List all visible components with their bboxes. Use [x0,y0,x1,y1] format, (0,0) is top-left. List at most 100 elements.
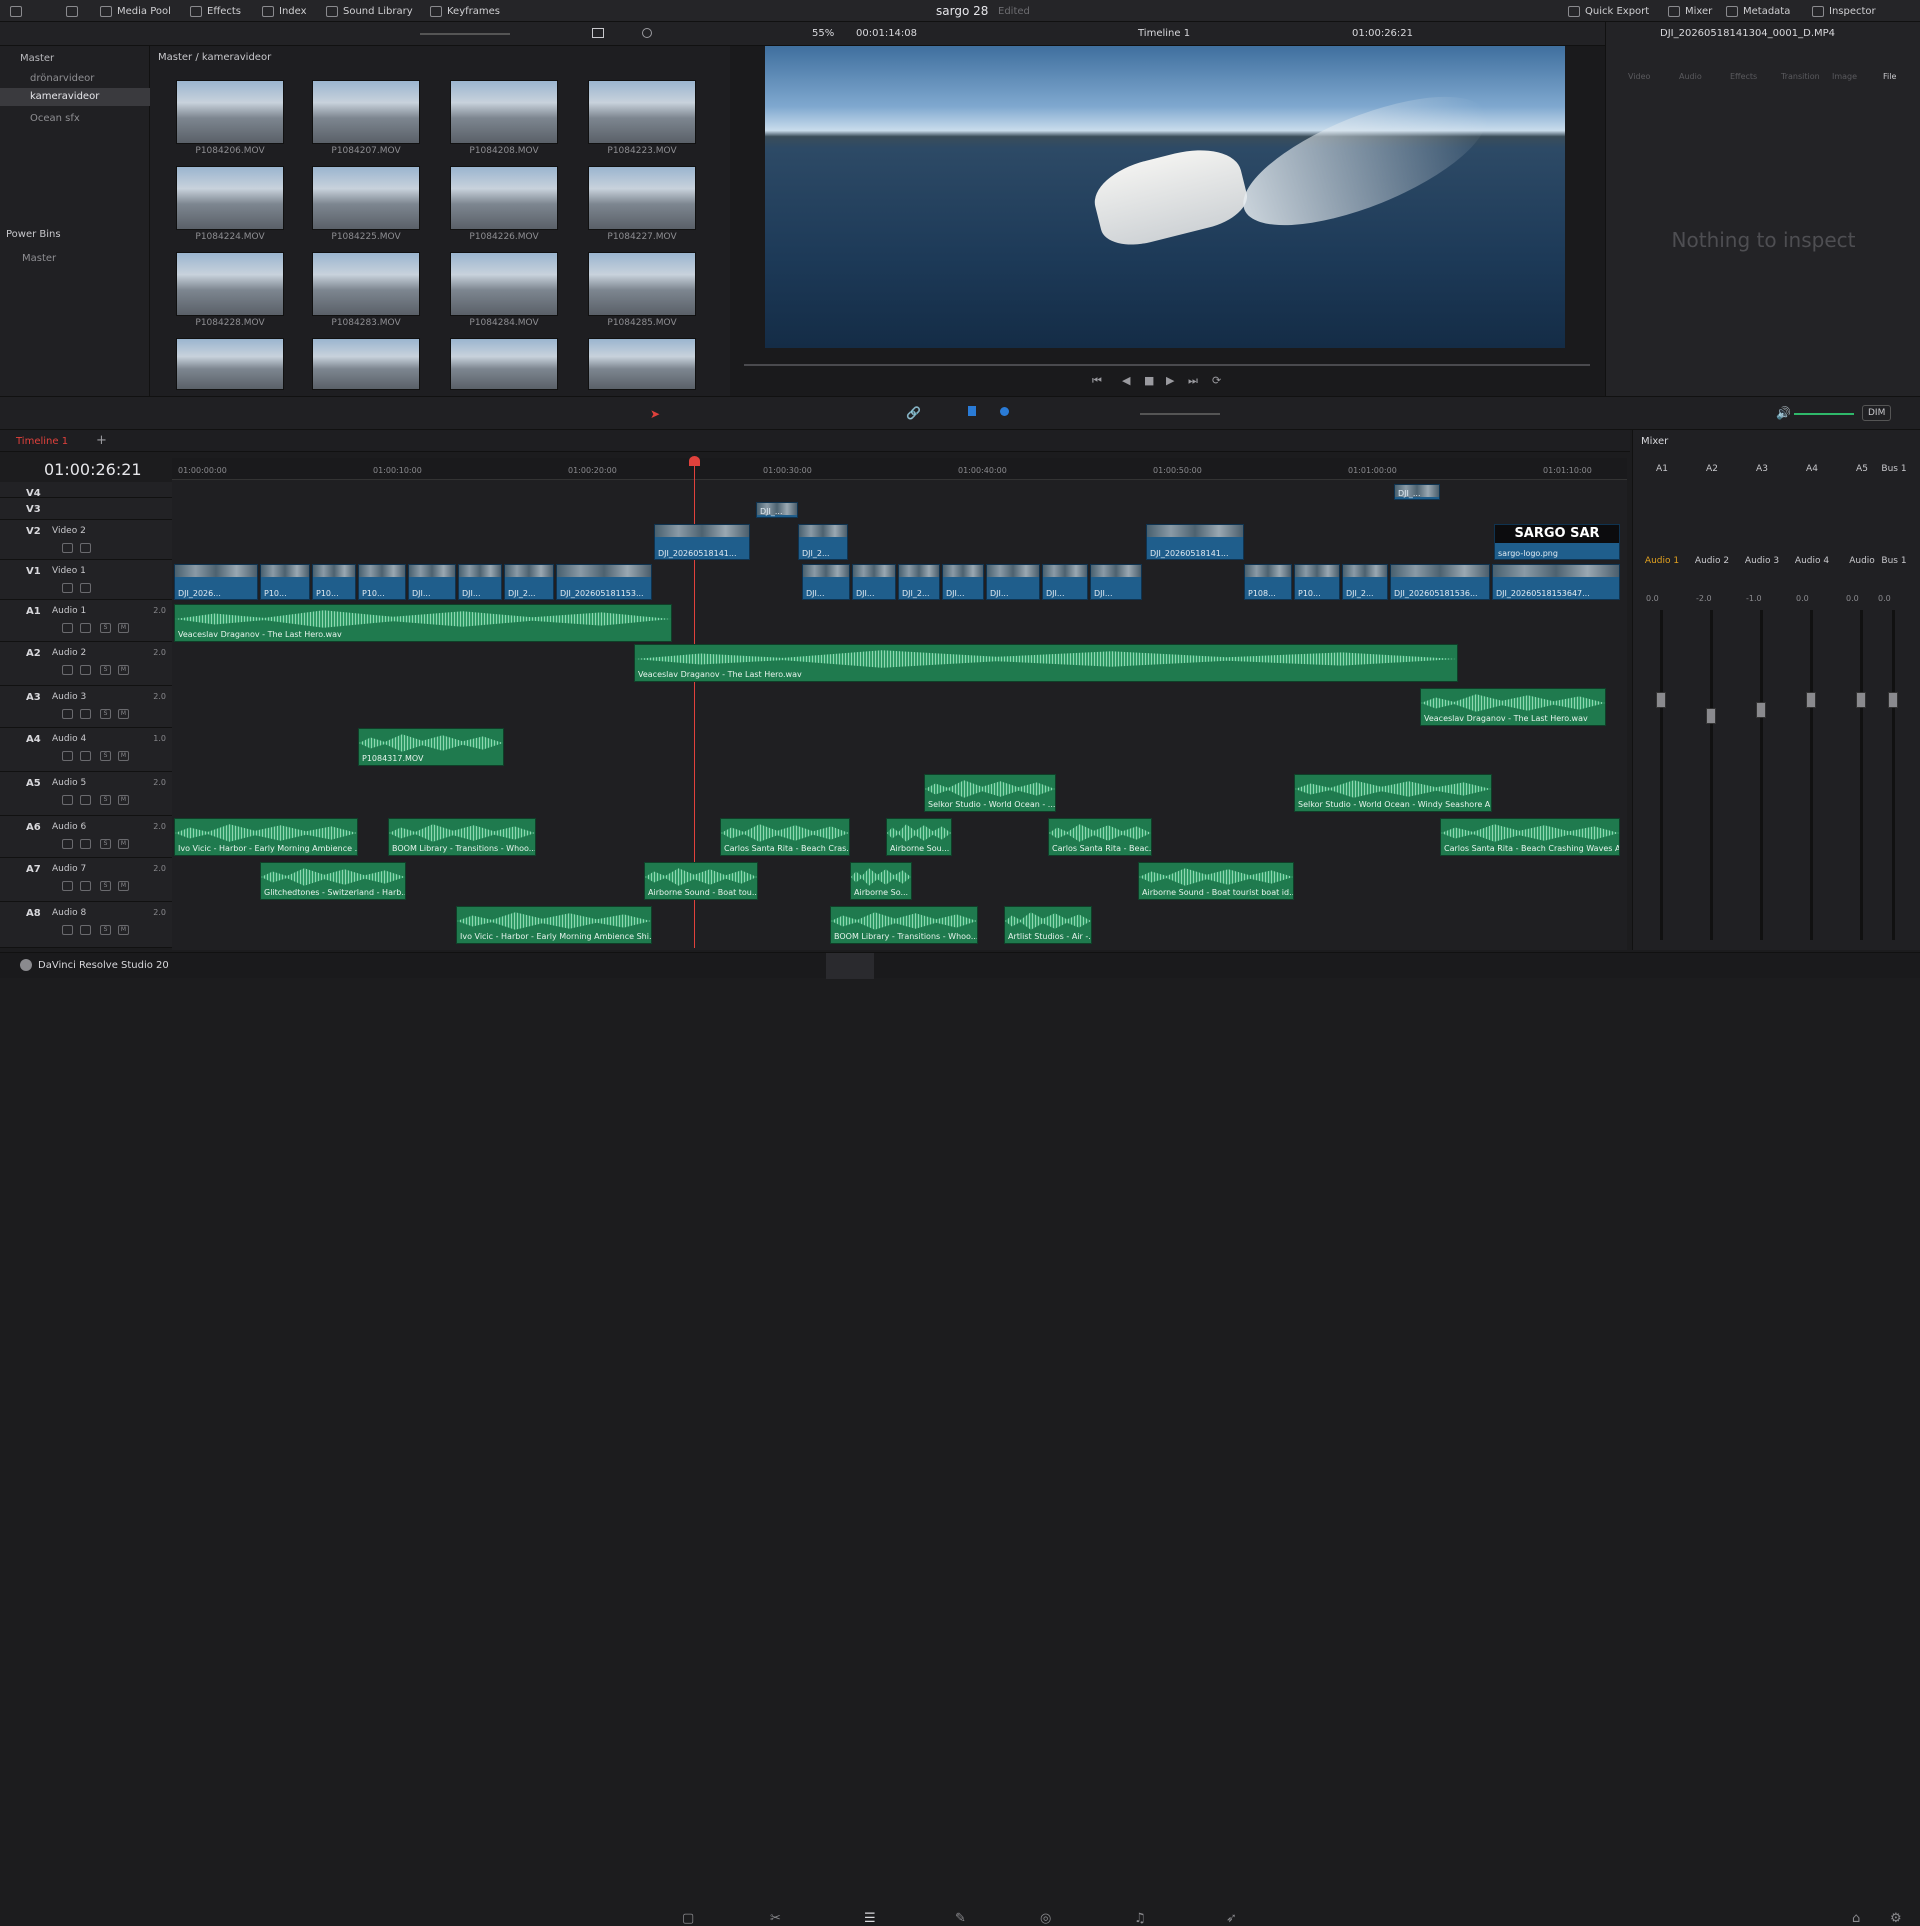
play-reverse-icon[interactable]: ◀ [1122,374,1130,387]
audio-clip[interactable]: BOOM Library - Transitions - Whoo... [830,906,978,944]
bin-master[interactable]: Master [0,50,150,68]
track-header[interactable]: V1 Video 1 [0,560,172,600]
zoom-level[interactable]: 55% [812,28,834,39]
video-clip[interactable]: DJI_20260518141... [654,524,750,560]
mixer-fader[interactable] [1806,692,1816,708]
track-header[interactable]: A7 Audio 7 2.0 S M [0,858,172,902]
page-edit-icon[interactable]: ☰ [864,1911,876,1926]
solo-button[interactable]: S [100,751,111,761]
inspector-tab[interactable]: File [1883,72,1896,81]
page-edit-active[interactable] [826,953,874,979]
mute-button[interactable]: M [118,665,129,675]
timeline-zoom-slider[interactable] [1140,413,1220,415]
loop-icon[interactable]: ⟳ [1212,374,1221,387]
add-timeline-icon[interactable]: + [96,433,107,448]
audio-clip[interactable]: Ivo Vicic - Harbor - Early Morning Ambie… [174,818,358,856]
audio-clip[interactable]: Veaceslav Draganov - The Last Hero.wav [174,604,672,642]
clip-thumbnail[interactable] [312,338,420,390]
mute-button[interactable]: M [118,623,129,633]
mixer-fader[interactable] [1656,692,1666,708]
clip-thumbnail[interactable] [176,252,284,316]
effects-button[interactable]: Effects [190,0,241,22]
solo-button[interactable]: S [100,925,111,935]
media-pool-button[interactable]: Media Pool [100,0,171,22]
clip-thumbnail[interactable] [450,338,558,390]
track-header[interactable]: A5 Audio 5 2.0 S M [0,772,172,816]
audio-clip[interactable]: Carlos Santa Rita - Beac... [1048,818,1152,856]
mute-button[interactable]: M [118,925,129,935]
clip-thumbnail[interactable] [588,338,696,390]
link-icon[interactable]: 🔗 [906,406,921,420]
audio-clip[interactable]: Veaceslav Draganov - The Last Hero.wav [1420,688,1606,726]
quick-export-button[interactable]: Quick Export [1568,0,1649,22]
video-clip[interactable]: DJI_20260518153647... [1492,564,1620,600]
mute-button[interactable]: M [118,881,129,891]
solo-button[interactable]: S [100,623,111,633]
track-lock-icon[interactable] [62,709,73,719]
index-button[interactable]: Index [262,0,307,22]
play-icon[interactable]: ▶ [1166,374,1174,387]
selection-tool-icon[interactable]: ➤ [650,407,660,421]
audio-clip[interactable]: Airborne Sound - Boat tourist boat id... [1138,862,1294,900]
video-clip[interactable]: DJI_2... [1342,564,1388,600]
video-clip[interactable]: DJI... [1090,564,1142,600]
clip-thumbnail[interactable] [588,80,696,144]
toolbar-collapse-icon[interactable] [66,0,78,22]
track-lock-icon[interactable] [62,583,73,593]
video-clip[interactable]: DJI... [986,564,1040,600]
clip-thumbnail[interactable] [176,80,284,144]
search-icon[interactable] [642,28,652,38]
mixer-fader[interactable] [1856,692,1866,708]
flag-icon[interactable] [968,406,976,416]
volume-slider[interactable] [1794,413,1854,415]
video-clip[interactable]: DJI_2026... [174,564,258,600]
track-auto-select-icon[interactable] [80,925,91,935]
page-deliver-icon[interactable]: ➶ [1226,1911,1237,1926]
video-clip[interactable]: DJI_2... [504,564,554,600]
track-lock-icon[interactable] [62,665,73,675]
clip-thumbnail[interactable] [176,338,284,390]
volume-icon[interactable]: 🔊 [1776,406,1791,420]
track-header[interactable]: V4 [0,482,172,499]
video-clip[interactable]: DJI_2... [898,564,940,600]
skip-start-icon[interactable]: ⏮ [1092,374,1102,388]
inspector-tab[interactable]: Image [1832,72,1857,81]
power-bin-master[interactable]: Master [0,250,150,268]
marker-icon[interactable] [1000,407,1009,416]
video-clip[interactable]: DJI... [802,564,850,600]
track-auto-select-icon[interactable] [80,881,91,891]
video-clip[interactable]: DJI... [942,564,984,600]
audio-clip[interactable]: Glitchedtones - Switzerland - Harb... [260,862,406,900]
home-icon[interactable]: ⌂ [1852,1911,1860,1926]
clip-thumbnail[interactable] [312,166,420,230]
solo-button[interactable]: S [100,709,111,719]
sound-library-button[interactable]: Sound Library [326,0,413,22]
audio-clip[interactable]: P1084317.MOV [358,728,504,766]
video-clip[interactable]: P108... [1244,564,1292,600]
logo-clip[interactable]: SARGO SAR sargo-logo.png [1494,524,1620,560]
bin-item[interactable]: Ocean sfx [0,110,150,128]
video-clip[interactable]: DJI_... [756,502,798,518]
video-clip[interactable]: DJI_202605181536... [1390,564,1490,600]
video-clip[interactable]: P10... [260,564,310,600]
solo-button[interactable]: S [100,881,111,891]
inspector-tab[interactable]: Transition [1781,72,1820,81]
mixer-fader[interactable] [1888,692,1898,708]
track-lock-icon[interactable] [62,881,73,891]
video-clip[interactable]: DJI... [852,564,896,600]
solo-button[interactable]: S [100,795,111,805]
page-color-icon[interactable]: ◎ [1040,1911,1051,1926]
video-clip[interactable]: DJI_20260518141... [1146,524,1244,560]
page-fairlight-icon[interactable]: ♫ [1134,1911,1146,1926]
track-header[interactable]: V2 Video 2 [0,520,172,560]
video-clip[interactable]: DJI... [1042,564,1088,600]
dim-button[interactable]: DIM [1862,405,1892,421]
mute-button[interactable]: M [118,839,129,849]
timeline-selector[interactable]: Timeline 1 [1138,28,1190,39]
metadata-button[interactable]: Metadata [1726,0,1790,22]
track-auto-select-icon[interactable] [80,839,91,849]
clip-thumbnail[interactable] [588,166,696,230]
playhead-handle[interactable] [689,456,700,466]
audio-clip[interactable]: Airborne Sound - Boat tou... [644,862,758,900]
track-auto-select-icon[interactable] [80,665,91,675]
